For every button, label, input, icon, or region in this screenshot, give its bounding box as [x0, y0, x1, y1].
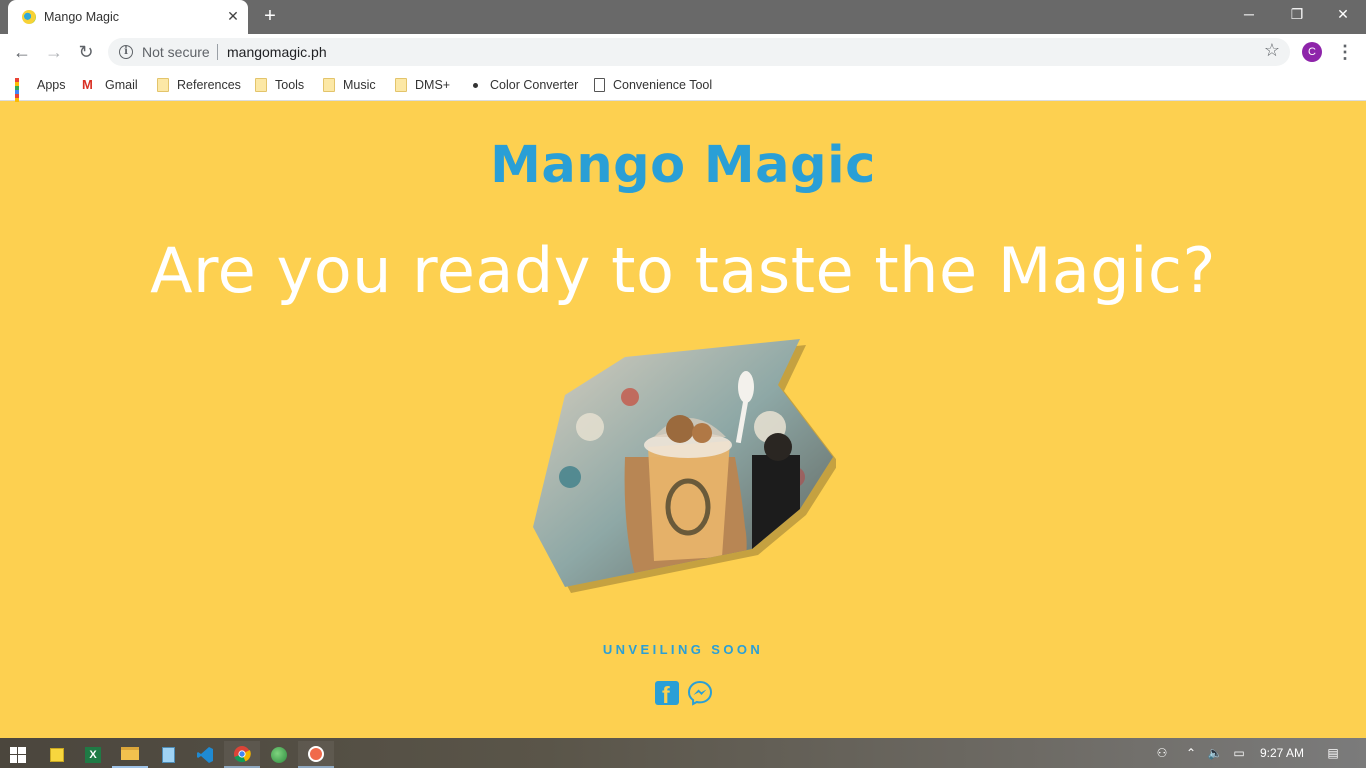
windows-taskbar: X ⚇ ⌃ 🔈 ▭ 9:27 AM ▤: [0, 738, 1366, 768]
browser-tab-strip: Mango Magic ✕ + ─ ❐ ✕: [0, 0, 1366, 34]
new-tab-button[interactable]: +: [259, 5, 281, 27]
tagline: Are you ready to taste the Magic?: [150, 234, 1216, 307]
bookmark-label: DMS+: [415, 78, 451, 92]
bookmarks-bar: Apps M Gmail References Tools Music DMS+…: [0, 70, 1366, 114]
sticky-notes-icon[interactable]: [39, 741, 75, 768]
close-window-icon[interactable]: ✕: [1320, 0, 1366, 30]
page-icon: [594, 78, 605, 92]
bookmark-label: Tools: [275, 78, 305, 92]
bookmark-music[interactable]: Music: [323, 76, 376, 94]
action-center-icon[interactable]: ▤: [1318, 738, 1348, 768]
folder-icon: [157, 78, 169, 92]
bookmark-label: Music: [343, 78, 376, 92]
browser-app-icon[interactable]: [298, 741, 334, 768]
back-arrow-icon[interactable]: ←: [10, 40, 34, 64]
show-hidden-icons-icon[interactable]: ⌃: [1180, 738, 1202, 768]
restore-icon[interactable]: ❐: [1274, 0, 1320, 30]
site-favicon-icon: [22, 10, 36, 24]
gmail-icon: M: [82, 77, 93, 92]
volume-icon[interactable]: 🔈: [1204, 738, 1226, 768]
bookmark-convenience-tool[interactable]: Convenience Tool: [594, 76, 712, 94]
facebook-icon[interactable]: f: [655, 681, 679, 708]
folder-icon: [323, 78, 335, 92]
clock-time[interactable]: 9:27 AM: [1252, 738, 1312, 768]
notepad-icon[interactable]: [150, 741, 186, 768]
hero-image: [533, 339, 836, 593]
minimize-icon[interactable]: ─: [1226, 0, 1272, 30]
browser-tab[interactable]: Mango Magic ✕: [8, 0, 248, 34]
tab-close-icon[interactable]: ✕: [224, 7, 242, 25]
profile-avatar[interactable]: C: [1302, 42, 1322, 62]
info-icon[interactable]: i: [119, 45, 133, 59]
folder-icon: [395, 78, 407, 92]
bookmark-dms[interactable]: DMS+: [395, 76, 450, 94]
network-icon[interactable]: ▭: [1228, 738, 1250, 768]
globe-app-icon[interactable]: [261, 741, 297, 768]
bookmark-gmail[interactable]: M Gmail: [82, 76, 138, 94]
vscode-icon[interactable]: [187, 741, 223, 768]
chrome-menu-icon[interactable]: ⋮: [1336, 40, 1354, 64]
file-explorer-icon[interactable]: [112, 741, 148, 768]
windows-start-icon[interactable]: [0, 741, 36, 768]
reload-icon[interactable]: ↻: [74, 40, 98, 64]
bookmark-color-converter[interactable]: Color Converter: [469, 76, 578, 94]
browser-toolbar: ← → ↻ i Not secure mangomagic.ph ☆ C ⋮: [0, 34, 1366, 70]
forward-arrow-icon[interactable]: →: [42, 40, 66, 64]
dot-icon: [473, 82, 478, 88]
bookmark-tools[interactable]: Tools: [255, 76, 304, 94]
tab-title: Mango Magic: [44, 10, 120, 24]
bookmark-label: Gmail: [105, 78, 138, 92]
unveiling-text: UNVEILING SOON: [602, 642, 764, 657]
chrome-icon[interactable]: [224, 741, 260, 768]
social-links: f: [654, 680, 714, 708]
security-label[interactable]: Not secure: [142, 44, 210, 60]
bookmark-label: Convenience Tool: [613, 78, 713, 92]
url-text[interactable]: mangomagic.ph: [227, 44, 327, 60]
bookmark-label: References: [177, 78, 241, 92]
folder-icon: [255, 78, 267, 92]
people-icon[interactable]: ⚇: [1150, 738, 1174, 768]
bookmark-apps[interactable]: Apps: [15, 76, 66, 114]
messenger-icon[interactable]: [687, 680, 713, 706]
bookmark-star-icon[interactable]: ☆: [1264, 40, 1280, 61]
omnibox-divider: [217, 44, 218, 60]
address-bar[interactable]: i Not secure mangomagic.ph ☆: [108, 38, 1290, 66]
bookmark-label: Color Converter: [490, 78, 579, 92]
apps-grid-icon: [15, 78, 29, 114]
bookmark-label: Apps: [37, 78, 66, 92]
site-title: Mango Magic: [490, 136, 876, 195]
excel-icon[interactable]: X: [75, 741, 111, 768]
page-content: Mango Magic Are you ready to taste the M…: [0, 102, 1366, 738]
bookmark-references[interactable]: References: [157, 76, 241, 94]
